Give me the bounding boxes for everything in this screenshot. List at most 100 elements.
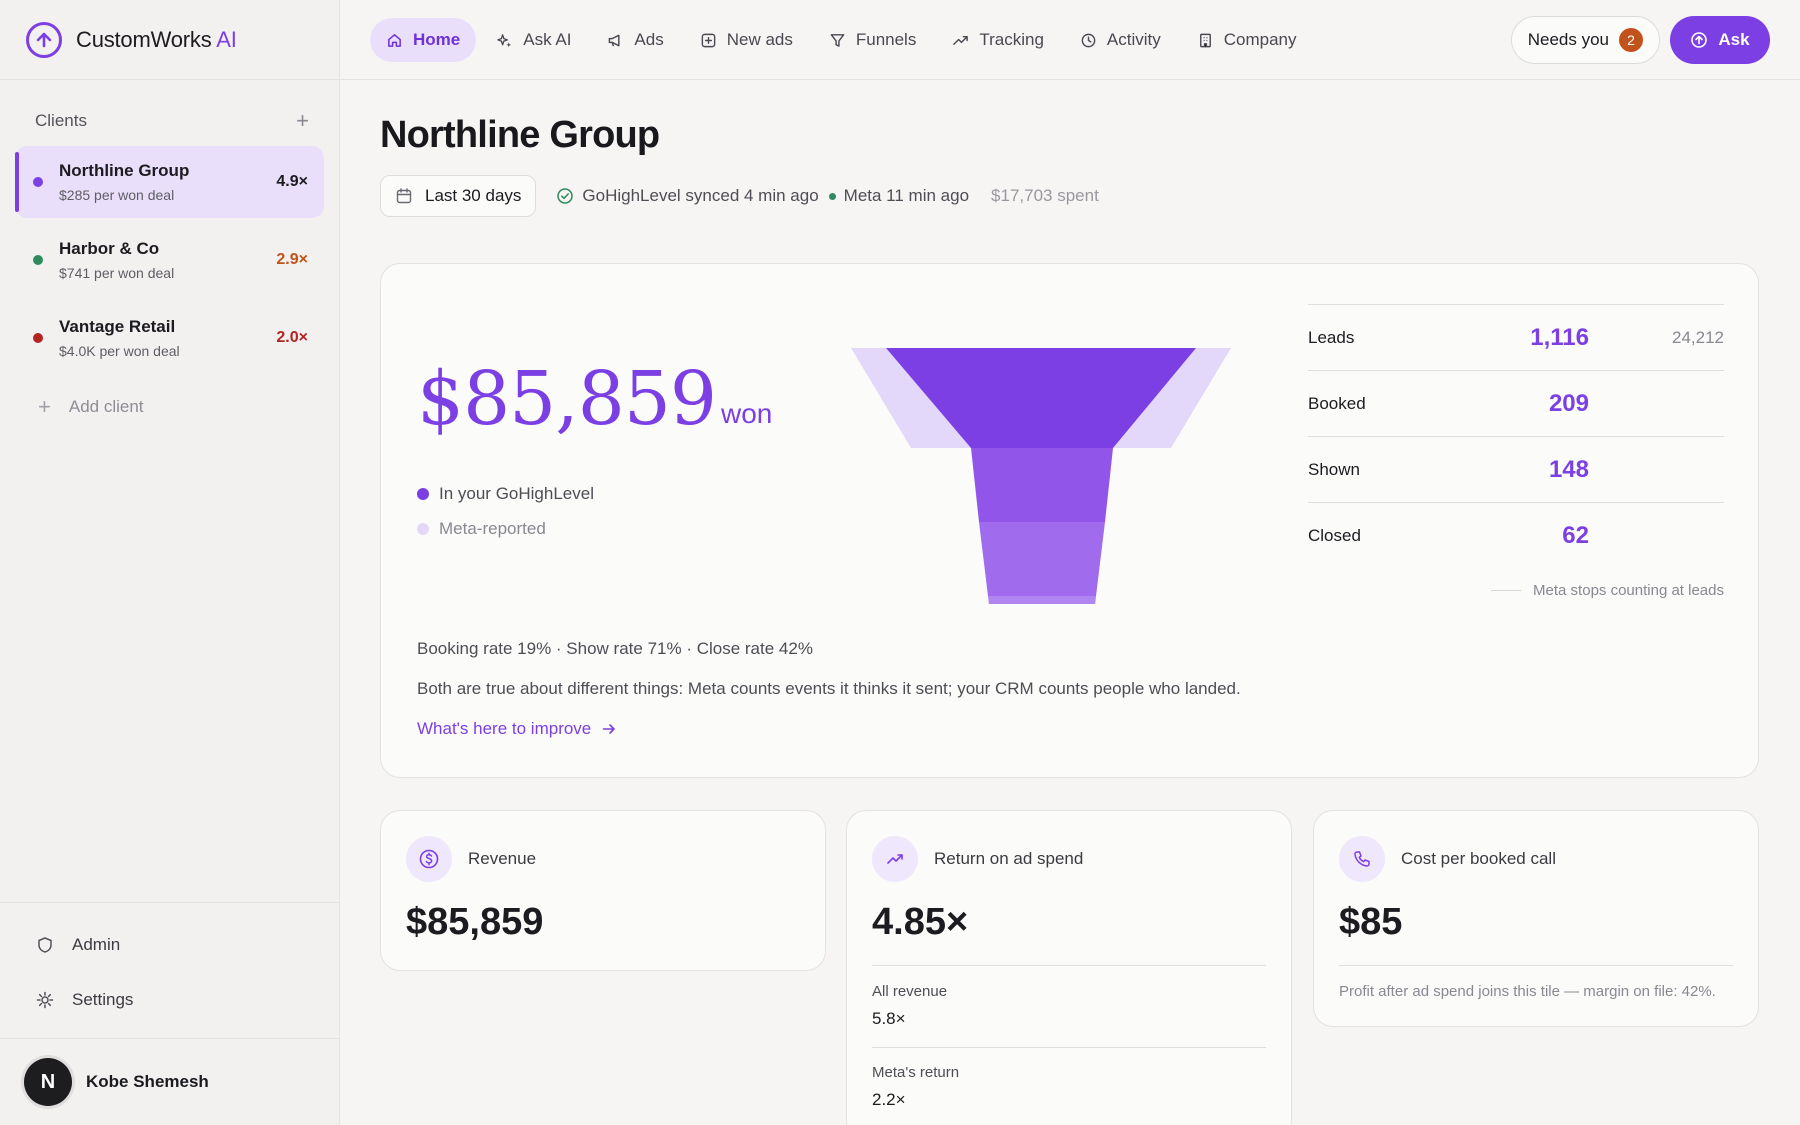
roas-value: 4.85× — [872, 901, 969, 943]
cpbc-title: Cost per booked call — [1401, 849, 1556, 868]
sidebar: CustomWorks AI Clients + Northline Group… — [0, 0, 340, 1125]
nav-ask-ai-label: Ask AI — [523, 30, 572, 49]
date-range-button[interactable]: Last 30 days — [380, 175, 537, 217]
client-sub: $741 per won deal — [59, 265, 175, 281]
add-client-plus-icon[interactable]: + — [296, 110, 309, 132]
user-profile[interactable]: N Kobe Shemesh — [0, 1038, 339, 1125]
sync-status: GoHighLevel synced 4 min ago Meta 11 min… — [556, 186, 969, 206]
dollar-icon — [406, 836, 452, 882]
meta-sync-text: Meta 11 min ago — [843, 186, 970, 205]
client-ratio: 4.9× — [276, 173, 308, 190]
funnel-stats: Leads 1,116 24,212 Booked 209 Shown 148 … — [1308, 304, 1724, 599]
legend-meta: Meta-reported — [417, 511, 594, 546]
nav-company-label: Company — [1223, 30, 1297, 49]
clients-header: Clients + — [0, 80, 339, 136]
rates-summary: Booking rate 19% · Show rate 71% · Close… — [417, 639, 813, 658]
legend-meta-label: Meta-reported — [439, 518, 546, 538]
filter-icon — [830, 33, 845, 47]
stat-label: Closed — [1308, 525, 1361, 545]
nav-ads-label: Ads — [634, 30, 664, 49]
nav-new-ads[interactable]: New ads — [684, 18, 809, 62]
client-sub: $285 per won deal — [59, 187, 175, 203]
sidebar-item-admin[interactable]: Admin — [0, 917, 339, 972]
add-client-label: Add client — [68, 397, 144, 416]
stat-row-shown: Shown 148 — [1308, 436, 1724, 502]
all-revenue-label: All revenue — [872, 983, 948, 1000]
improve-label: What's here to improve — [417, 719, 592, 738]
arrow-right-icon — [602, 724, 616, 734]
nav-funnels[interactable]: Funnels — [813, 18, 932, 62]
cpbc-note: Profit after ad spend joins this tile — … — [1339, 983, 1716, 1000]
ask-label: Ask — [1718, 30, 1750, 49]
won-label: won — [721, 398, 773, 429]
needs-you-button[interactable]: Needs you 2 — [1510, 16, 1660, 64]
page-title: Northline Group — [380, 114, 660, 156]
calendar-icon — [396, 188, 412, 204]
legend-ghl-label: In your GoHighLevel — [439, 483, 594, 503]
client-ratio: 2.0× — [276, 329, 308, 346]
stat-row-booked: Booked 209 — [1308, 370, 1724, 436]
trend-icon — [872, 836, 918, 882]
funnel-legend: In your GoHighLevel Meta-reported — [417, 476, 594, 546]
nav-new-ads-label: New ads — [726, 30, 793, 49]
client-name: Northline Group — [59, 161, 190, 180]
client-item-northline[interactable]: Northline Group $285 per won deal 4.9× — [15, 146, 324, 218]
check-circle-icon — [557, 188, 574, 204]
legend-ghl: In your GoHighLevel — [417, 476, 594, 511]
nav-tracking[interactable]: Tracking — [936, 18, 1060, 62]
stat-value: 1,116 — [1530, 323, 1589, 351]
stat-value: 62 — [1562, 521, 1589, 549]
nav-home[interactable]: Home — [370, 18, 477, 62]
meta-status-dot — [828, 192, 836, 200]
shield-icon — [38, 936, 52, 953]
client-item-harbor[interactable]: Harbor & Co $741 per won deal 2.9× — [15, 224, 324, 296]
sidebar-item-settings[interactable]: Settings — [0, 972, 339, 1027]
funnel-closed — [988, 596, 1096, 604]
meta-return-value: 2.2× — [872, 1090, 906, 1109]
roas-card[interactable]: Return on ad spend 4.85× All revenue 5.8… — [846, 810, 1292, 1125]
settings-label: Settings — [72, 989, 134, 1009]
improve-link[interactable]: What's here to improve — [417, 719, 617, 739]
clients-title: Clients — [35, 111, 87, 130]
home-icon — [388, 33, 401, 47]
nav-ask-ai[interactable]: Ask AI — [480, 18, 587, 62]
sidebar-bottom: Admin Settings — [0, 902, 339, 1027]
phone-icon — [1339, 836, 1385, 882]
client-item-vantage[interactable]: Vantage Retail $4.0K per won deal 2.0× — [15, 302, 324, 374]
won-amount: $85,859 — [417, 356, 717, 442]
client-status-dot — [33, 333, 43, 343]
ghl-sync-text: GoHighLevel synced 4 min ago — [582, 186, 819, 205]
stats-note: Meta stops counting at leads — [1308, 582, 1724, 599]
funnel-chart — [851, 348, 1231, 604]
nav-ads[interactable]: Ads — [591, 18, 679, 62]
logo-arrow-icon — [26, 21, 62, 58]
nav-activity-label: Activity — [1106, 30, 1161, 49]
arrow-up-circle-icon — [1691, 32, 1708, 48]
brand[interactable]: CustomWorks AI — [0, 0, 339, 80]
note-line — [1491, 590, 1522, 591]
building-icon — [1199, 33, 1211, 47]
gear-icon — [36, 991, 54, 1008]
divider — [1339, 965, 1733, 966]
avatar: N — [24, 1058, 72, 1106]
nav-activity[interactable]: Activity — [1064, 18, 1177, 62]
client-name: Harbor & Co — [59, 239, 160, 258]
meta-return-label: Meta's return — [872, 1064, 960, 1081]
divider — [872, 1047, 1266, 1048]
stat-label: Booked — [1308, 393, 1366, 413]
needs-you-label: Needs you — [1527, 30, 1609, 49]
won-summary-card: $85,859 won In your GoHighLevel Meta-rep… — [380, 263, 1759, 778]
client-name: Vantage Retail — [59, 317, 176, 336]
ask-button[interactable]: Ask — [1670, 16, 1770, 64]
revenue-card[interactable]: Revenue $85,859 — [380, 810, 826, 971]
cost-per-booked-call-card[interactable]: Cost per booked call $85 Profit after ad… — [1313, 810, 1759, 1027]
roas-title: Return on ad spend — [934, 849, 1084, 868]
plus-square-icon — [701, 33, 716, 47]
trend-icon — [953, 35, 969, 45]
add-client-button[interactable]: + Add client — [0, 380, 339, 420]
sparkle-icon — [497, 33, 512, 47]
stat-meta-value: 24,212 — [1672, 327, 1724, 347]
nav-company[interactable]: Company — [1181, 18, 1313, 62]
stat-row-closed: Closed 62 — [1308, 502, 1724, 568]
legend-ghl-swatch — [417, 487, 429, 500]
